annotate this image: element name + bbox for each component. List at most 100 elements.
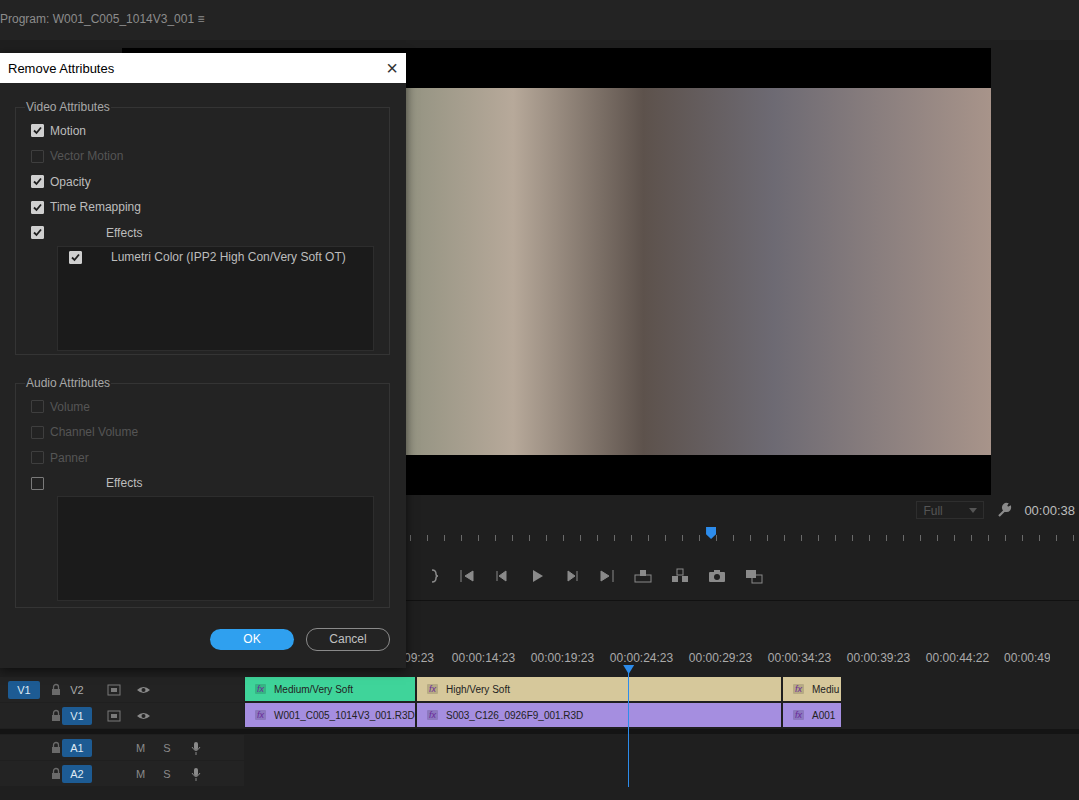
source-patch[interactable] [8,739,40,757]
ruler-time: 00:00:49 [997,651,1050,665]
wrench-icon[interactable] [996,502,1012,518]
track-target[interactable]: A2 [62,765,92,783]
eye-icon[interactable] [136,711,151,721]
attribute-row[interactable]: Opacity [31,169,389,195]
checkbox[interactable] [31,124,44,137]
track-list: V1V2fxMedium/Very SoftfxHigh/Very Softfx… [0,677,1079,787]
zoom-dropdown[interactable]: Full [916,501,984,519]
timeline-playhead[interactable] [628,669,629,787]
track-header: V1 [0,703,244,728]
lock-icon[interactable] [51,709,61,723]
mute-button[interactable]: M [136,768,145,780]
mute-button[interactable]: M [136,742,145,754]
checkbox[interactable] [31,226,44,239]
track-clips: fxW001_C005_1014V3_001.R3DfxS003_C126_09… [244,703,843,728]
attribute-group: Audio AttributesVolumeChannel VolumePann… [15,376,390,608]
dialog-title-bar: Remove Attributes× [0,53,406,83]
microphone-icon[interactable] [191,741,201,755]
group-label: Video Attributes [25,100,111,114]
step-back-icon[interactable] [494,567,510,585]
lift-icon[interactable] [634,567,652,585]
track-header: A1 M S [0,735,244,760]
ok-button[interactable]: OK [210,629,294,650]
source-patch[interactable]: V1 [8,681,40,699]
track-row: V1fxW001_C005_1014V3_001.R3DfxS003_C126_… [0,703,1079,728]
fx-badge: fx [793,710,804,720]
extract-icon[interactable] [671,567,689,585]
lock-icon[interactable] [51,767,61,781]
fx-badge: fx [427,684,438,694]
ruler-time: 00:00:39:23 [839,651,918,665]
timeline-clip[interactable]: fx High/Very Soft [417,677,783,701]
ruler-time: 00:00:24:23 [602,651,681,665]
clip-name: A001 [812,710,835,721]
clip-name: S003_C126_0926F9_001.R3D [446,710,583,721]
checkbox[interactable] [31,477,44,490]
step-forward-icon[interactable] [564,567,580,585]
fx-badge: fx [255,710,266,720]
camera-icon[interactable] [708,567,726,585]
monitor-title-text: Program: W001_C005_1014V3_001 [0,12,194,26]
checkbox [31,150,44,163]
attribute-row: Panner [31,445,389,471]
microphone-icon[interactable] [191,767,201,781]
playhead-marker[interactable] [706,527,716,539]
panel-menu-icon[interactable]: ≡ [197,12,204,26]
track-target[interactable]: A1 [62,739,92,757]
effect-row[interactable]: Lumetri Color (IPP2 High Con/Very Soft O… [58,247,373,268]
effects-list [57,496,374,601]
toggle-sync-icon[interactable] [107,684,121,696]
timeline-clip[interactable]: fxW001_C005_1014V3_001.R3D [245,703,417,727]
timeline-clip[interactable]: fx A001 [783,703,843,727]
timeline-clip[interactable]: fxMedium/Very Soft [245,677,417,701]
close-button[interactable]: × [386,58,398,78]
compare-icon[interactable] [745,567,763,585]
attribute-label: Effects [106,476,142,490]
track-header: A2 M S [0,761,244,786]
play-icon[interactable] [529,567,545,585]
effects-list: Lumetri Color (IPP2 High Con/Very Soft O… [57,246,374,351]
checkbox[interactable] [69,251,82,264]
timeline-clip[interactable]: fxMediu [783,677,843,701]
clip-name: High/Very Soft [446,684,510,695]
cancel-button[interactable]: Cancel [306,628,390,651]
scrubber-track[interactable] [410,521,1079,551]
solo-button[interactable]: S [163,768,170,780]
mark-out-icon[interactable] [428,567,440,585]
checkbox[interactable] [31,201,44,214]
attribute-row[interactable]: Time Remapping [31,195,389,221]
track-target[interactable]: V1 [62,707,92,725]
attribute-label: Volume [50,400,90,414]
attribute-row[interactable]: Motion [31,118,389,144]
clip-name: Mediu [812,684,839,695]
attribute-label: Motion [50,124,86,138]
source-patch[interactable] [8,707,40,725]
ruler-time: 00:00:34:23 [760,651,839,665]
checkbox [31,426,44,439]
attribute-row[interactable]: Effects [31,220,389,246]
solo-button[interactable]: S [163,742,170,754]
timeline-clip[interactable]: fxS003_C126_0926F9_001.R3D [417,703,783,727]
ruler-time: 00:00:14:23 [444,651,523,665]
track-row: A2 M S [0,761,1079,786]
attribute-label: Time Remapping [50,200,141,214]
monitor-header: Program: W001_C005_1014V3_001 ≡ [0,0,1079,40]
ruler-time: 00:00:19:23 [523,651,602,665]
lock-icon[interactable] [51,741,61,755]
group-label: Audio Attributes [25,376,111,390]
attribute-row[interactable]: Effects [31,471,389,497]
checkbox [31,451,44,464]
go-to-in-icon[interactable] [459,567,475,585]
checkbox[interactable] [31,175,44,188]
track-target[interactable]: V2 [62,681,92,699]
checkbox [31,400,44,413]
track-divider [0,729,1079,734]
attribute-label: Panner [50,451,89,465]
source-patch[interactable] [8,765,40,783]
eye-icon[interactable] [136,685,151,695]
toggle-sync-icon[interactable] [107,710,121,722]
go-to-out-icon[interactable] [599,567,615,585]
attribute-label: Opacity [50,175,91,189]
lock-icon[interactable] [51,683,61,697]
attribute-group: Video AttributesMotionVector MotionOpaci… [15,100,390,355]
